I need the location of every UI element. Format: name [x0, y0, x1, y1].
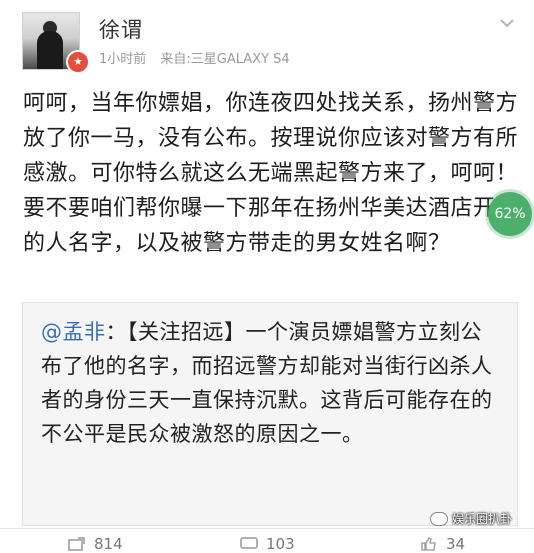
comment-button[interactable]: 103	[240, 535, 295, 553]
watermark-text: 娱乐圈扒卦	[452, 512, 513, 526]
mention-link[interactable]: @孟非	[41, 320, 106, 344]
verified-badge-icon: ★	[66, 50, 90, 74]
post-meta: 1小时前 来自:三星GALAXY S4	[99, 48, 300, 67]
chevron-down-icon[interactable]	[498, 14, 516, 32]
post-body: 呵呵，当年你嫖娼，你连夜四处找关系，扬州警方放了你一马，没有公布。按理说你应该对…	[23, 91, 519, 256]
comment-count: 103	[266, 535, 295, 553]
post-header: ★ 徐谓 1小时前 来自:三星GALAXY S4	[0, 0, 534, 78]
wechat-icon	[430, 511, 448, 526]
repost-count: 814	[94, 535, 123, 553]
like-count: 34	[446, 535, 466, 553]
post-time: 1小时前	[99, 52, 147, 67]
watermark: 娱乐圈扒卦	[430, 510, 512, 527]
like-button[interactable]: 34	[420, 535, 465, 553]
progress-badge[interactable]: 62%	[488, 192, 532, 236]
reposted-body: @孟非：【关注招远】一个演员嫖娼警方立刻公布了他的名字，而招远警方却能对当街行凶…	[41, 315, 501, 451]
username[interactable]: 徐谓	[99, 14, 143, 44]
avatar-figure-shape	[37, 31, 63, 69]
action-bar: 814 103 34	[0, 528, 534, 553]
reposted-text: ：【关注招远】一个演员嫖娼警方立刻公布了他的名字，而招远警方却能对当街行凶杀人者…	[41, 320, 493, 446]
reposted-card[interactable]: @孟非：【关注招远】一个演员嫖娼警方立刻公布了他的名字，而招远警方却能对当街行凶…	[22, 302, 518, 526]
repost-button[interactable]: 814	[68, 535, 123, 553]
post-source[interactable]: 来自:三星GALAXY S4	[160, 52, 289, 67]
